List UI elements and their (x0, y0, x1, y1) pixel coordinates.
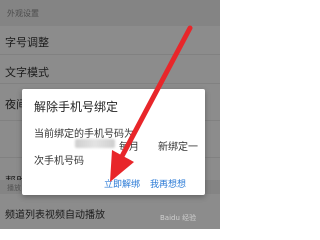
watermark: Baidu 经验 (160, 214, 197, 222)
screen: 外观设置 字号调整 文字模式 夜间 帮助 播放 频道列表视频自动播放 解除手机号… (0, 0, 220, 229)
red-arrow-icon (110, 25, 193, 182)
arrow-shaft (117, 25, 193, 163)
